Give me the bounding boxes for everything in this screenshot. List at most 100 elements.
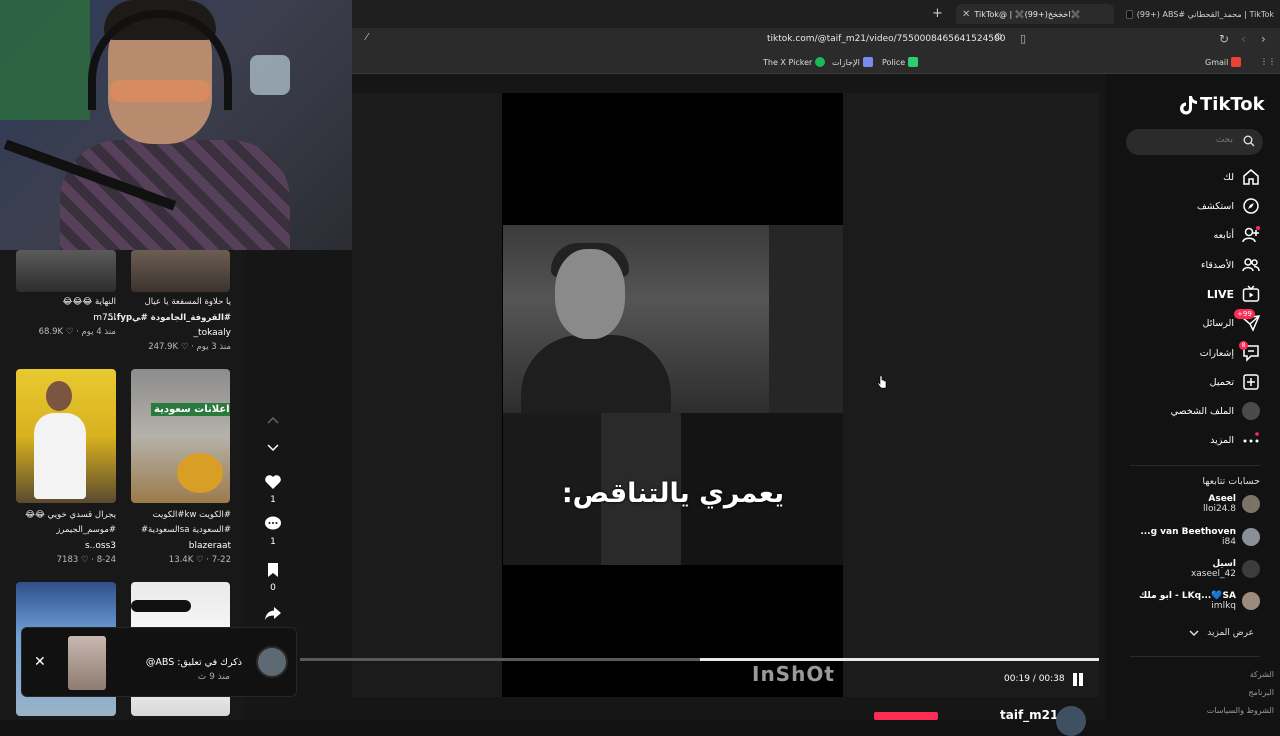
tab-label: TikTok@ | ✖️(99+)اخخخخ✖️ [974, 9, 1081, 19]
nav-friends[interactable]: الأصدقاء [1201, 255, 1260, 275]
compass-icon [1243, 198, 1259, 214]
video-caption: #الكويت kw#الكويت [152, 510, 231, 520]
new-tab-button[interactable]: + [932, 6, 943, 21]
chevron-down-icon [1189, 629, 1199, 636]
video-progress-bar[interactable] [300, 658, 1099, 661]
nav-upload[interactable]: تحميل [1210, 372, 1260, 392]
follow-button[interactable] [874, 712, 938, 720]
thumbnail-text: اعلانات سعودية [151, 403, 230, 416]
account-name: ابو ملك - LKq...💙SA [1139, 591, 1236, 601]
bookmark-label: Gmail [1205, 57, 1229, 67]
bookmark-x-picker[interactable]: The X Picker [763, 57, 826, 67]
thumbnail-graphic [131, 600, 191, 612]
search-input[interactable]: بحث [1126, 129, 1263, 155]
tiktok-logo[interactable]: TikTok [1180, 94, 1265, 115]
more-bookmarks-icon[interactable]: ⋮⋮ [1260, 57, 1276, 66]
nav-label: الأصدقاء [1200, 259, 1234, 271]
person-shoulders [521, 335, 671, 413]
nav-label: LIVE [1206, 287, 1234, 301]
chevron-up-icon[interactable] [262, 416, 284, 427]
forward-arrow-icon[interactable]: ‹ [1241, 32, 1246, 46]
nav-explore[interactable]: استكشف [1197, 196, 1260, 216]
back-arrow-icon[interactable]: › [1261, 32, 1266, 46]
browser-tab-active[interactable]: ✕ TikTok@ | ✖️(99+)اخخخخ✖️ [956, 4, 1114, 24]
browser-tab[interactable]: (99+) ABS# محمد_القحطاني | TikTok [1120, 4, 1280, 24]
upload-icon [1243, 374, 1259, 390]
nav-live[interactable]: LIVE [1207, 284, 1260, 304]
footer-link[interactable]: الشركة [1250, 670, 1274, 679]
share-button[interactable] [262, 606, 284, 624]
bookmark-label: Police [882, 57, 906, 67]
avatar [1242, 495, 1260, 513]
webcam-light [250, 55, 290, 95]
nav-for-you[interactable]: لك [1223, 167, 1260, 187]
close-icon[interactable]: ✕ [34, 654, 46, 670]
nav-label: الرسائل [1202, 317, 1234, 329]
video-caption: يجرال قسدي خويي 😂😂 [25, 510, 116, 520]
home-icon [1243, 169, 1259, 185]
video-time: 00:19 / 00:38 [1004, 674, 1065, 684]
nav-label: أتابعه [1213, 229, 1235, 241]
notifications-icon: 8 [1239, 341, 1260, 362]
sidebar-divider [1130, 465, 1260, 466]
webcam-body [60, 140, 290, 250]
following-account[interactable]: ...g van Beethoven i84 [1140, 527, 1260, 547]
video-author[interactable]: s..oss3 [85, 541, 116, 551]
footer-link[interactable]: الشروط والسياسات [1207, 706, 1274, 715]
nav-label: الملف الشخصي [1170, 405, 1234, 417]
share-icon [265, 607, 281, 620]
more-icon [1242, 431, 1260, 449]
bookmark-police[interactable]: Police [882, 57, 919, 67]
video-author[interactable]: m75l [93, 313, 116, 323]
video-caption: #السعودية saالسعودية# [140, 525, 231, 535]
following-account[interactable]: Aseel lloi24.8 [1203, 494, 1260, 514]
mention-notification-toast[interactable]: ✕ ذكرك في تعليق: ABS@ منذ 9 ث [21, 627, 297, 697]
video-thumbnail[interactable]: اعلانات سعودية [131, 369, 230, 503]
pause-icon[interactable] [1072, 673, 1084, 686]
video-author[interactable]: blazeraat [189, 541, 231, 551]
list-icon [862, 57, 873, 67]
chevron-down-icon[interactable] [262, 444, 284, 455]
save-button[interactable]: 0 [262, 562, 284, 593]
nav-profile[interactable]: الملف الشخصي [1171, 401, 1260, 421]
video-thumbnail[interactable] [131, 250, 230, 292]
url-text[interactable]: tiktok.com/@taif_m21/video/7550008465641… [767, 34, 1005, 44]
sidebar-divider [1130, 656, 1260, 657]
bookmark-icon [268, 563, 278, 577]
author-avatar[interactable] [1056, 706, 1086, 736]
footer-link[interactable]: البرنامج [1248, 688, 1274, 697]
video-meta: 7183 ♡ · 8-24 [56, 555, 116, 565]
see-more-button[interactable]: عرض المزيد [1189, 628, 1254, 638]
video-content-collage [503, 225, 843, 565]
account-text: اسيل xaseel_42 [1191, 559, 1236, 579]
video-caption: يا حلاوة المسفعة يا عيال [144, 297, 231, 307]
video-photo [503, 225, 769, 413]
following-account[interactable]: اسيل xaseel_42 [1191, 559, 1260, 579]
bookmark-holidays[interactable]: الإجازات [832, 57, 873, 67]
nav-more[interactable]: المزيد [1210, 430, 1260, 450]
video-backdrop [352, 93, 502, 697]
video-meta: 247.9K ♡ · منذ 3 يوم [148, 342, 231, 352]
nav-following[interactable]: أتابعه [1213, 225, 1260, 245]
bookmark-gmail[interactable]: Gmail [1205, 57, 1242, 67]
video-caption: #القروفة_الجامودة #ﻲfyp... [107, 313, 231, 323]
video-thumbnail[interactable] [16, 369, 116, 503]
nav-label: إشعارات [1199, 347, 1234, 359]
bookmark-icon[interactable]: ▯ [1020, 32, 1026, 45]
avatar [1242, 528, 1260, 546]
comment-button[interactable]: 1 [262, 516, 284, 547]
video-author[interactable]: _tokaaly [194, 328, 231, 338]
account-handle: i84 [1222, 537, 1236, 547]
nav-notifications[interactable]: 8 إشعارات [1199, 341, 1260, 363]
nav-messages[interactable]: 99+ الرسائل [1202, 309, 1261, 333]
tab-close-icon[interactable]: ✕ [962, 9, 970, 20]
extension-icon[interactable]: ⁄ [366, 32, 368, 43]
reload-icon[interactable]: ↻ [1219, 32, 1229, 46]
account-handle: imlkq [1211, 601, 1236, 611]
x-picker-icon [815, 57, 826, 67]
plus-green-icon [908, 57, 919, 67]
like-button[interactable]: 1 [262, 474, 284, 505]
video-caption: #موسم_الجيمرز [56, 525, 116, 535]
following-account[interactable]: ابو ملك - LKq...💙SA imlkq [1139, 591, 1260, 611]
video-thumbnail[interactable] [16, 250, 116, 292]
